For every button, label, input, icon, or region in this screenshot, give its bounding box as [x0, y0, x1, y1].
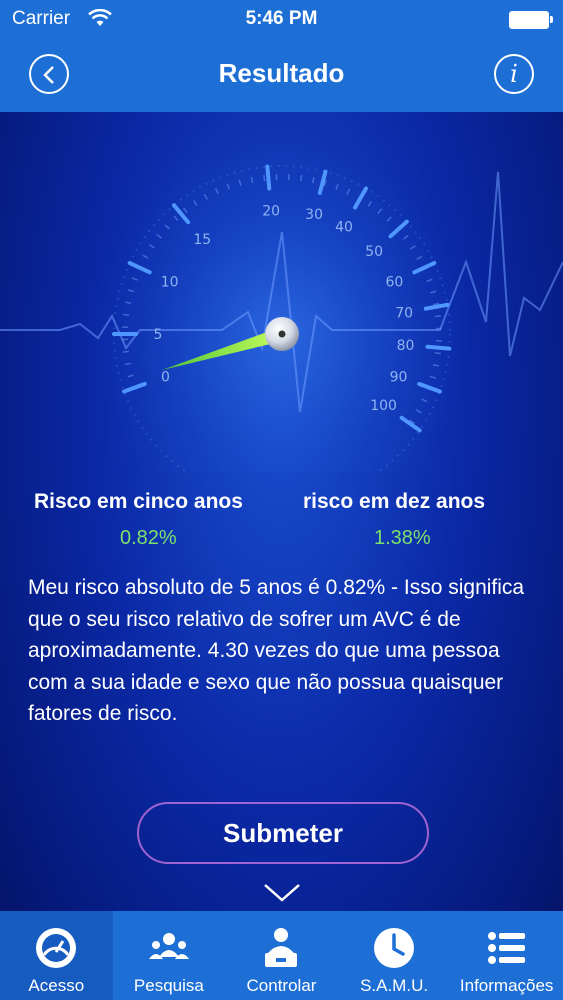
page-title: Resultado: [218, 58, 345, 88]
gauge-tick-label: 100: [370, 398, 397, 414]
tab-label: Informações: [459, 976, 554, 995]
gauge-tick-label: 60: [385, 275, 403, 291]
gauge-minor-tick: [434, 352, 441, 355]
tab-label: Pesquisa: [133, 976, 204, 995]
battery-icon: [509, 11, 553, 29]
gauge-minor-tick: [122, 350, 130, 353]
ten-year-risk-label: risco em dez anos: [303, 490, 486, 513]
gauge-tick-label: 30: [305, 207, 323, 223]
tab-controlar[interactable]: Controlar: [225, 911, 338, 1000]
gauge-tick-label: 5: [154, 327, 163, 343]
status-bar: Carrier 5:46 PM: [0, 0, 563, 38]
gauge-tick-label: 40: [335, 220, 353, 236]
operator-icon: [265, 928, 298, 967]
submit-button[interactable]: Submeter: [137, 802, 429, 864]
chevron-down-icon[interactable]: [262, 882, 302, 904]
gauge-major-tick: [265, 164, 272, 191]
clock-time: 5:46 PM: [245, 8, 318, 29]
tab-pesquisa[interactable]: Pesquisa: [113, 911, 226, 1000]
five-year-risk-label: Risco em cinco anos: [34, 490, 243, 513]
gauge-tick-label: 10: [161, 275, 179, 291]
gauge-tick-label: 70: [395, 305, 413, 321]
gauge-minor-tick: [263, 174, 266, 182]
tab-label: S.A.M.U.: [360, 976, 429, 995]
people-icon: [148, 933, 189, 959]
tab-label: Acesso: [28, 976, 85, 995]
gauge-icon: [36, 928, 77, 968]
tab-informacoes[interactable]: Informações: [450, 911, 563, 1000]
tab-acesso[interactable]: Acesso: [0, 911, 113, 1000]
risk-gauge: 0 5 10 15 20 30 40 5060 70 80 90 100: [0, 144, 563, 472]
risk-description: Meu risco absoluto de 5 anos é 0.82% - I…: [28, 576, 525, 725]
tab-bar: Acesso Pesquisa Controlar S.A.M.U. Infor…: [0, 911, 563, 1000]
gauge-minor-tick: [434, 315, 442, 318]
gauge-tick-label: 90: [390, 369, 408, 385]
info-icon: i: [510, 60, 518, 88]
gauge-minor-tick: [300, 175, 303, 182]
gauge-tick-label: 15: [193, 232, 211, 248]
gauge-tick-label: 80: [397, 338, 415, 354]
tab-label: Controlar: [246, 976, 317, 995]
gauge-major-tick: [425, 344, 452, 351]
gauge-tick-label: 50: [365, 244, 383, 260]
info-button[interactable]: i: [494, 54, 534, 94]
ten-year-risk-value: 1.38%: [374, 527, 431, 549]
nav-bar: Resultado i: [0, 38, 563, 112]
tab-samu[interactable]: S.A.M.U.: [338, 911, 451, 1000]
gauge-tick-label: 0: [161, 369, 170, 385]
list-icon: [487, 932, 525, 964]
five-year-risk-value: 0.82%: [120, 527, 177, 549]
gauge-tick-label: 20: [262, 203, 280, 219]
gauge-minor-tick: [123, 313, 130, 316]
clock-icon: [374, 928, 415, 968]
